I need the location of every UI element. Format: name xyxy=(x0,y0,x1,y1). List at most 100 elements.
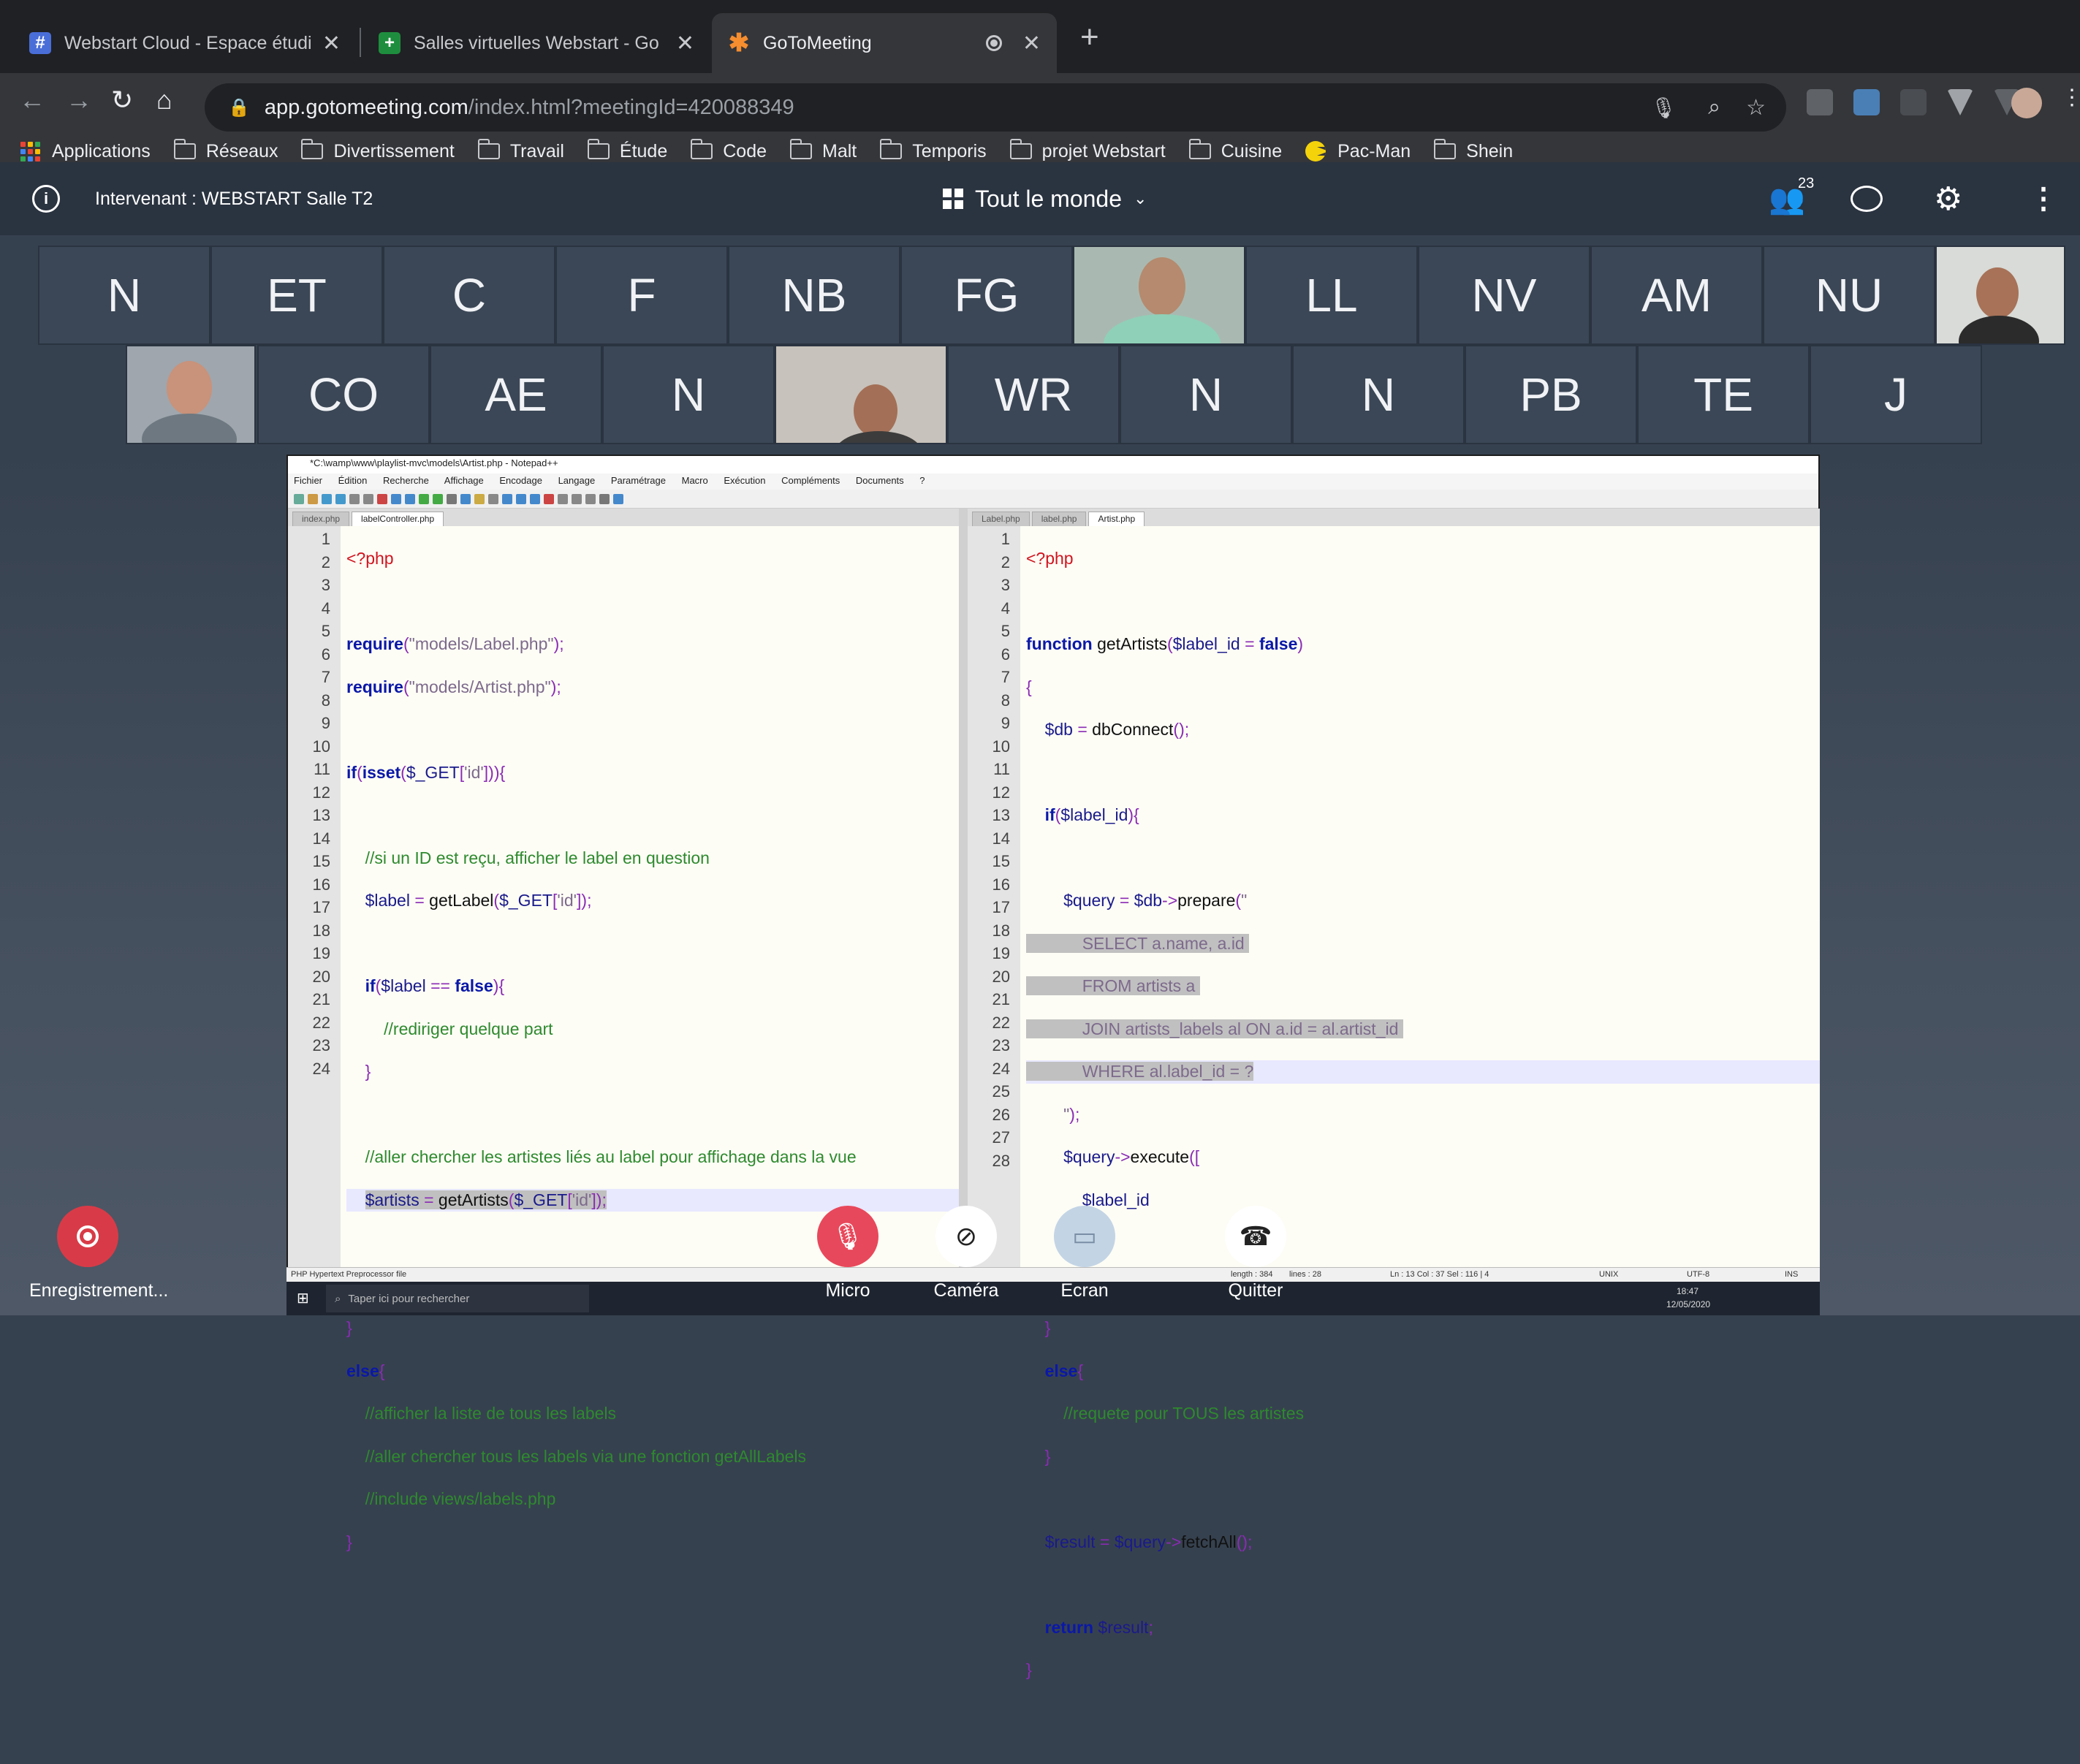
menu-macro[interactable]: Macro xyxy=(682,475,708,486)
participant-tile[interactable]: NU xyxy=(1763,246,1935,345)
participant-tile[interactable]: PB xyxy=(1465,345,1637,444)
file-tab[interactable]: labelController.php xyxy=(352,512,444,526)
close-tab-icon[interactable]: ✕ xyxy=(322,31,341,56)
bookmark-malt[interactable]: Malt xyxy=(790,139,857,162)
menu-parametrage[interactable]: Paramétrage xyxy=(611,475,666,486)
browser-tab-webstart-cloud[interactable]: # Webstart Cloud - Espace étudi ✕ xyxy=(13,13,357,73)
extension-icon[interactable] xyxy=(1947,89,1973,115)
bookmark-temporis[interactable]: Temporis xyxy=(880,139,987,162)
info-icon[interactable]: i xyxy=(32,185,60,213)
participant-tile[interactable]: F xyxy=(555,246,728,345)
participant-tile[interactable]: WR xyxy=(947,345,1120,444)
participant-tile[interactable]: AE xyxy=(430,345,602,444)
participant-tile[interactable]: N xyxy=(1292,345,1465,444)
right-tabbar: Label.php label.php Artist.php xyxy=(968,509,1820,526)
menu-help[interactable]: ? xyxy=(919,475,925,486)
menu-execution[interactable]: Exécution xyxy=(724,475,765,486)
file-tab[interactable]: Artist.php xyxy=(1088,512,1145,526)
view-selector[interactable]: Tout le monde ⌄ xyxy=(943,186,1147,213)
bookmark-shein[interactable]: Shein xyxy=(1434,139,1513,162)
camera-off-icon: ⊘ xyxy=(954,1221,978,1251)
menu-affichage[interactable]: Affichage xyxy=(444,475,484,486)
menu-recherche[interactable]: Recherche xyxy=(383,475,429,486)
participant-tile[interactable]: TE xyxy=(1637,345,1810,444)
participant-strip: N ET C F NB FG LL NV AM NU CO AE N WR N … xyxy=(0,235,2080,455)
participant-tile[interactable]: CO xyxy=(257,345,430,444)
screen-share-icon: ▭ xyxy=(1071,1221,1097,1251)
extension-icon[interactable] xyxy=(1853,89,1880,115)
forward-button[interactable]: → xyxy=(66,85,92,115)
bookmark-code[interactable]: Code xyxy=(691,139,767,162)
participant-shirt xyxy=(142,414,237,443)
microphone-icon[interactable]: 🎙 xyxy=(1650,96,1677,120)
participant-tile[interactable]: J xyxy=(1810,345,1982,444)
menu-langage[interactable]: Langage xyxy=(558,475,596,486)
chat-icon[interactable] xyxy=(1851,186,1883,212)
participant-tile[interactable]: N xyxy=(1120,345,1292,444)
file-tab[interactable]: Label.php xyxy=(972,512,1030,526)
menu-edition[interactable]: Édition xyxy=(338,475,368,486)
windows-start-icon[interactable]: ⊞ xyxy=(297,1289,309,1307)
participant-video-tile[interactable] xyxy=(775,345,947,444)
participant-tile[interactable]: N xyxy=(602,345,775,444)
participant-tile[interactable]: N xyxy=(38,246,210,345)
taskbar-search[interactable]: ⌕ Taper ici pour rechercher xyxy=(326,1285,589,1312)
menu-fichier[interactable]: Fichier xyxy=(294,475,322,486)
apps-grid-icon xyxy=(20,141,40,161)
right-editor-pane[interactable]: Label.php label.php Artist.php 123456789… xyxy=(968,509,1820,1679)
extension-icon[interactable] xyxy=(1900,89,1927,115)
file-tab[interactable]: label.php xyxy=(1031,512,1087,526)
participant-tile[interactable]: ET xyxy=(210,246,383,345)
microphone-muted-icon: 🎙 xyxy=(831,1221,865,1251)
bookmark-etude[interactable]: Étude xyxy=(587,139,667,162)
participant-video-tile[interactable] xyxy=(126,345,256,444)
micro-button[interactable]: 🎙 xyxy=(817,1206,878,1267)
chrome-menu-icon[interactable]: ⋮ xyxy=(2061,85,2080,110)
bookmark-cuisine[interactable]: Cuisine xyxy=(1188,139,1282,162)
bookmark-travail[interactable]: Travail xyxy=(477,139,564,162)
more-options-icon[interactable]: ⋮ xyxy=(2029,182,2058,216)
browser-tab-strip: # Webstart Cloud - Espace étudi ✕ + Sall… xyxy=(0,0,2080,73)
tab-separator xyxy=(360,28,361,57)
participant-tile[interactable]: FG xyxy=(900,246,1073,345)
participant-tile[interactable]: NV xyxy=(1418,246,1590,345)
record-button[interactable] xyxy=(57,1206,118,1267)
pane-splitter[interactable] xyxy=(959,509,968,1283)
profile-avatar[interactable] xyxy=(2011,88,2042,118)
file-tab[interactable]: index.php xyxy=(292,512,350,526)
menu-encodage[interactable]: Encodage xyxy=(499,475,542,486)
close-tab-icon[interactable]: ✕ xyxy=(676,31,694,56)
back-button[interactable]: ← xyxy=(19,85,45,115)
reload-button[interactable]: ↻ xyxy=(111,85,133,115)
camera-button[interactable]: ⊘ xyxy=(935,1206,997,1267)
bookmark-star-icon[interactable]: ☆ xyxy=(1746,95,1766,121)
participant-tile[interactable]: AM xyxy=(1590,246,1763,345)
left-editor-pane[interactable]: index.php labelController.php 1234567891… xyxy=(288,509,959,1551)
bookmark-divertissement[interactable]: Divertissement xyxy=(301,139,455,162)
new-tab-button[interactable]: + xyxy=(1080,19,1099,56)
settings-gear-icon[interactable]: ⚙ xyxy=(1934,180,1962,218)
bookmark-pac-man[interactable]: Pac-Man xyxy=(1305,141,1411,162)
participant-tile[interactable]: LL xyxy=(1245,246,1418,345)
menu-documents[interactable]: Documents xyxy=(856,475,904,486)
close-tab-icon[interactable]: ✕ xyxy=(1022,31,1041,56)
bookmark-applications[interactable]: Applications xyxy=(20,141,151,162)
zoom-icon[interactable]: ⌕ xyxy=(1708,95,1720,120)
screen-share-button[interactable]: ▭ xyxy=(1054,1206,1115,1267)
participant-tile[interactable]: C xyxy=(383,246,555,345)
quit-button[interactable]: ☎ xyxy=(1225,1206,1286,1267)
extension-icon[interactable] xyxy=(1807,89,1833,115)
hash-icon: # xyxy=(29,32,51,54)
browser-tab-salles-virtuelles[interactable]: + Salles virtuelles Webstart - Go ✕ xyxy=(363,13,710,73)
folder-icon xyxy=(301,139,324,159)
menu-complements[interactable]: Compléments xyxy=(781,475,840,486)
bookmark-reseaux[interactable]: Réseaux xyxy=(173,139,278,162)
home-button[interactable]: ⌂ xyxy=(156,85,172,115)
bookmark-projet-webstart[interactable]: projet Webstart xyxy=(1009,139,1166,162)
browser-tab-gotomeeting[interactable]: ✱ GoToMeeting ✕ xyxy=(712,13,1057,73)
participant-video-tile[interactable] xyxy=(1073,246,1245,345)
participant-tile[interactable]: NB xyxy=(728,246,900,345)
npp-menu-bar: Fichier Édition Recherche Affichage Enco… xyxy=(288,474,1818,490)
address-bar[interactable]: 🔒 app.gotomeeting.com/index.html?meeting… xyxy=(205,83,1786,132)
participant-video-tile[interactable] xyxy=(1935,246,2065,345)
